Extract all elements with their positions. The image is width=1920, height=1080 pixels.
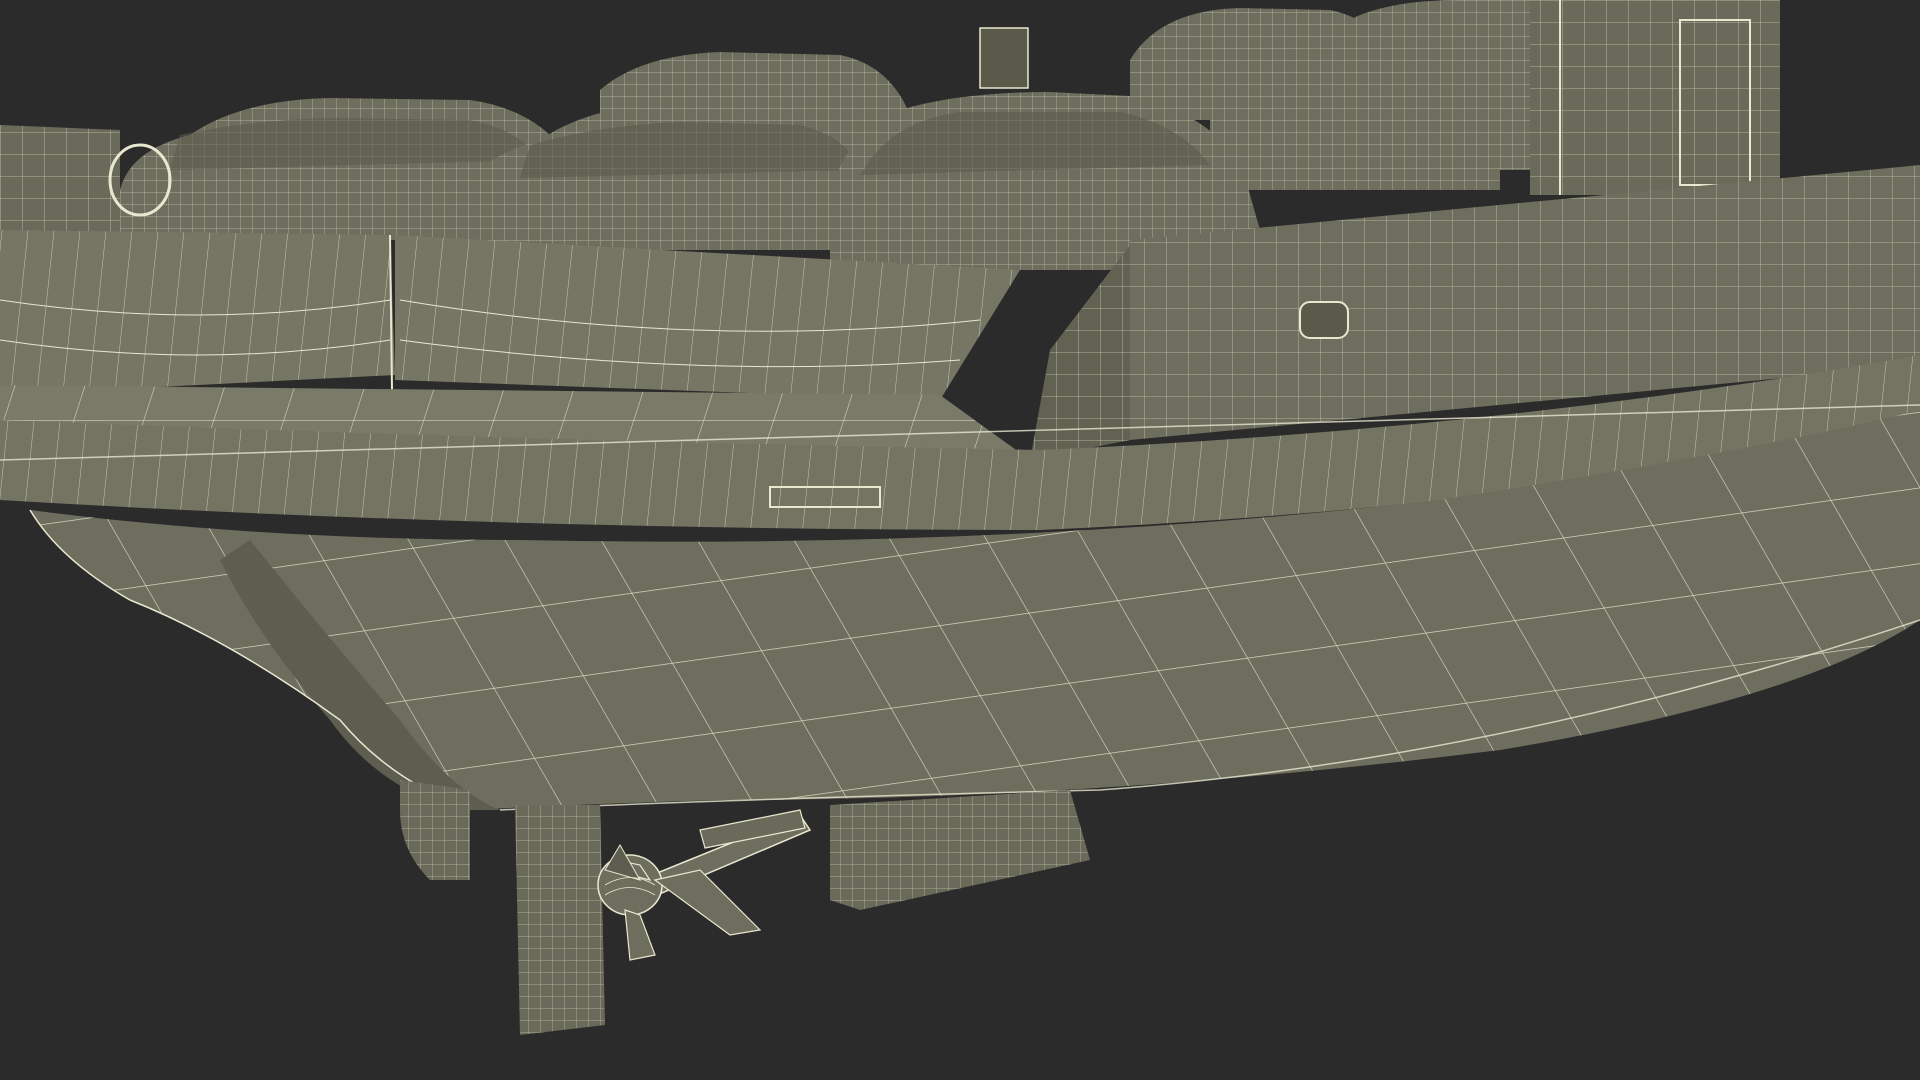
skeg (400, 780, 470, 880)
fin-keel (830, 790, 1090, 910)
superstructure (1530, 0, 1780, 195)
3d-viewport[interactable] (0, 0, 1920, 1080)
mooring-hole (1299, 301, 1349, 339)
rudder (515, 805, 605, 1035)
ferry-wireframe-render (0, 0, 1920, 1035)
